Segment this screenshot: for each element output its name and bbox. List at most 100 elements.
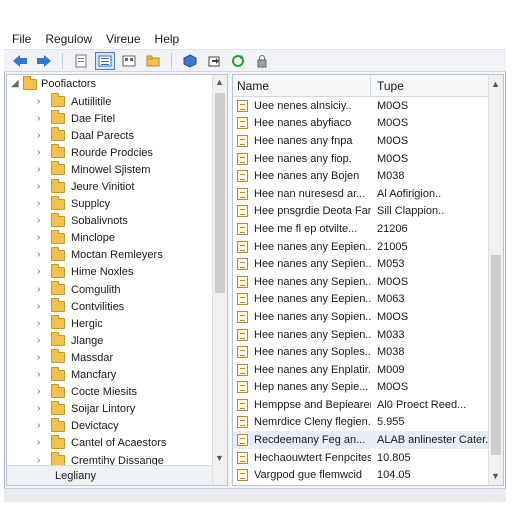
table-row[interactable]: Hee nanes any Enplatir... M009: [233, 361, 489, 379]
table-row[interactable]: Nemrdice Cleny flegien.. 5.955: [233, 414, 489, 432]
expand-arrow-icon[interactable]: ›: [37, 182, 45, 192]
expand-arrow-icon[interactable]: ›: [37, 352, 45, 363]
tree-item[interactable]: › Hergic: [7, 315, 213, 332]
cube-icon[interactable]: [180, 52, 200, 70]
folder-up-icon[interactable]: [143, 52, 163, 70]
expand-arrow-icon[interactable]: ›: [37, 130, 45, 141]
folder-icon: [51, 246, 65, 261]
tiles-icon[interactable]: [119, 52, 139, 70]
tree-item[interactable]: › Cocte Miesits: [7, 383, 213, 401]
back-icon[interactable]: [10, 52, 30, 70]
expand-arrow-icon[interactable]: ›: [37, 216, 45, 226]
share-icon[interactable]: [204, 52, 224, 70]
table-row[interactable]: Hee nanes any Sopien... M0OS: [233, 308, 489, 326]
tree-item[interactable]: › Jeure Vinitiot: [7, 178, 213, 195]
details-view-icon[interactable]: [95, 51, 115, 70]
tree-item[interactable]: › Autiilitile: [7, 93, 213, 110]
table-row[interactable]: Hechaouwtert Fenpcites 10.805: [233, 449, 489, 467]
expand-arrow-icon[interactable]: ›: [37, 438, 45, 448]
table-row[interactable]: Hee nanes any Bojen M038: [233, 167, 489, 185]
table-row[interactable]: Hee nanes any fiop. M0OS: [233, 150, 489, 168]
page-icon[interactable]: [71, 52, 91, 70]
expand-arrow-icon[interactable]: ›: [37, 113, 45, 124]
expand-arrow-icon[interactable]: ›: [37, 199, 45, 209]
tree-item-label: Jeure Vinitiot: [71, 181, 135, 194]
table-row[interactable]: Vargpod gue flemwcid 104.05: [233, 466, 489, 484]
tree-item[interactable]: › Soijar Lintory: [7, 400, 213, 418]
scroll-down-icon[interactable]: ▼: [491, 471, 500, 481]
tree-item[interactable]: › Sobalivnots: [7, 212, 213, 230]
tree-root[interactable]: ◢ Poofiactors: [7, 75, 213, 93]
expand-arrow-icon[interactable]: ›: [37, 318, 45, 329]
file-name: Uee nenes alnsiciy..: [254, 99, 352, 112]
name-cell: Hemppse and Bepiearer...: [233, 398, 371, 411]
table-row[interactable]: Hee nanes any Sepien.. M033: [233, 326, 489, 344]
table-row[interactable]: Hee nan nuresesd ar... Al Aofirigion..: [233, 185, 489, 203]
file-name: Hee nanes any Bojen: [254, 170, 360, 183]
scrollbar-thumb[interactable]: [491, 255, 501, 455]
tree-item[interactable]: › Massdar: [7, 349, 213, 366]
tree-item[interactable]: › Rourde Prodcies: [7, 144, 213, 161]
list-scrollbar[interactable]: ▲ ▼: [488, 75, 503, 485]
folder-icon: [51, 161, 65, 176]
table-row[interactable]: Hemppse and Bepiearer... Al0 Proect Reed.…: [233, 396, 489, 414]
table-row[interactable]: Hee nanes any fnpa M0OS: [233, 132, 489, 150]
expand-arrow-icon[interactable]: ›: [37, 164, 45, 175]
scroll-up-icon[interactable]: ▲: [491, 79, 500, 89]
table-row[interactable]: Hee nanes any Eepien... 21005: [233, 238, 489, 256]
expand-arrow-icon[interactable]: ›: [37, 335, 45, 346]
table-row[interactable]: Hep nanes any Sepie... M0OS: [233, 379, 489, 397]
tree-item[interactable]: › Supplcy: [7, 195, 213, 213]
tree-item[interactable]: › Comgulith: [7, 281, 213, 298]
scrollbar-thumb[interactable]: [215, 93, 225, 293]
tree-item[interactable]: › Mancfary: [7, 366, 213, 384]
tree-scrollbar[interactable]: ▲ ▼: [212, 75, 227, 485]
expand-arrow-icon[interactable]: ›: [37, 421, 45, 431]
menu-vireue[interactable]: Vireue: [106, 32, 140, 46]
table-row[interactable]: Hee nanes any Sepien.. M0OS: [233, 273, 489, 291]
tree-item[interactable]: › Jlange: [7, 332, 213, 349]
forward-icon[interactable]: [34, 52, 54, 70]
menu-regulow[interactable]: Regulow: [45, 32, 92, 46]
table-row[interactable]: Hee nanes any Sepien.. M053: [233, 255, 489, 273]
tree-item[interactable]: › Hime Noxles: [7, 263, 213, 281]
file-type: M0OS: [377, 99, 409, 112]
scroll-down-icon[interactable]: ▼: [215, 453, 224, 463]
table-row[interactable]: Hee nanes any Eepien... M063: [233, 291, 489, 309]
refresh-icon[interactable]: [228, 52, 248, 70]
column-header-type[interactable]: Tupe: [371, 79, 404, 93]
expand-arrow-icon[interactable]: ›: [37, 404, 45, 414]
tree-item[interactable]: › Minclope: [7, 229, 213, 247]
expand-arrow-icon[interactable]: ›: [37, 233, 45, 243]
document-icon: [237, 258, 248, 271]
tree-item[interactable]: › Minowel Sjistem: [7, 161, 213, 178]
expand-arrow-icon[interactable]: ›: [37, 96, 45, 107]
table-row[interactable]: Uee nenes alnsiciy.. M0OS: [233, 97, 489, 115]
table-row[interactable]: Hee nanes any Soples... M038: [233, 343, 489, 361]
menu-help[interactable]: Help: [155, 32, 180, 46]
tree-item[interactable]: › Devictacy: [7, 417, 213, 435]
menu-file[interactable]: File: [12, 32, 31, 46]
expand-arrow-icon[interactable]: ›: [37, 147, 45, 158]
lock-icon[interactable]: [252, 52, 272, 70]
expand-arrow-icon[interactable]: ›: [37, 301, 45, 312]
tree-item[interactable]: › Dae Fitel: [7, 110, 213, 127]
file-name: Hemppse and Bepiearer...: [254, 398, 371, 411]
expand-arrow-icon[interactable]: ›: [37, 370, 45, 380]
collapse-arrow-icon[interactable]: ◢: [11, 79, 19, 89]
table-row[interactable]: Hee pnsgrdie Deota Fan Sill Clappion..: [233, 203, 489, 221]
expand-arrow-icon[interactable]: ›: [37, 284, 45, 295]
tree-item[interactable]: › Contvilities: [7, 298, 213, 315]
expand-arrow-icon[interactable]: ›: [37, 267, 45, 277]
table-row[interactable]: Hee nanes abyfiaco M0OS: [233, 115, 489, 133]
expand-arrow-icon[interactable]: ›: [37, 250, 45, 260]
expand-arrow-icon[interactable]: ›: [37, 387, 45, 397]
tree-item[interactable]: › Moctan Remleyers: [7, 246, 213, 264]
table-row[interactable]: Hee me fl ep otvilte... 21206: [233, 220, 489, 238]
column-header-name[interactable]: Name: [233, 75, 371, 96]
folder-icon: [51, 366, 65, 381]
tree-item[interactable]: › Cantel of Acaestors: [7, 434, 213, 452]
scroll-up-icon[interactable]: ▲: [215, 77, 224, 87]
tree-item[interactable]: › Daal Parects: [7, 127, 213, 144]
table-row-selected[interactable]: Recdeemany Feg an... ALAB anlinester Cate…: [233, 431, 489, 449]
